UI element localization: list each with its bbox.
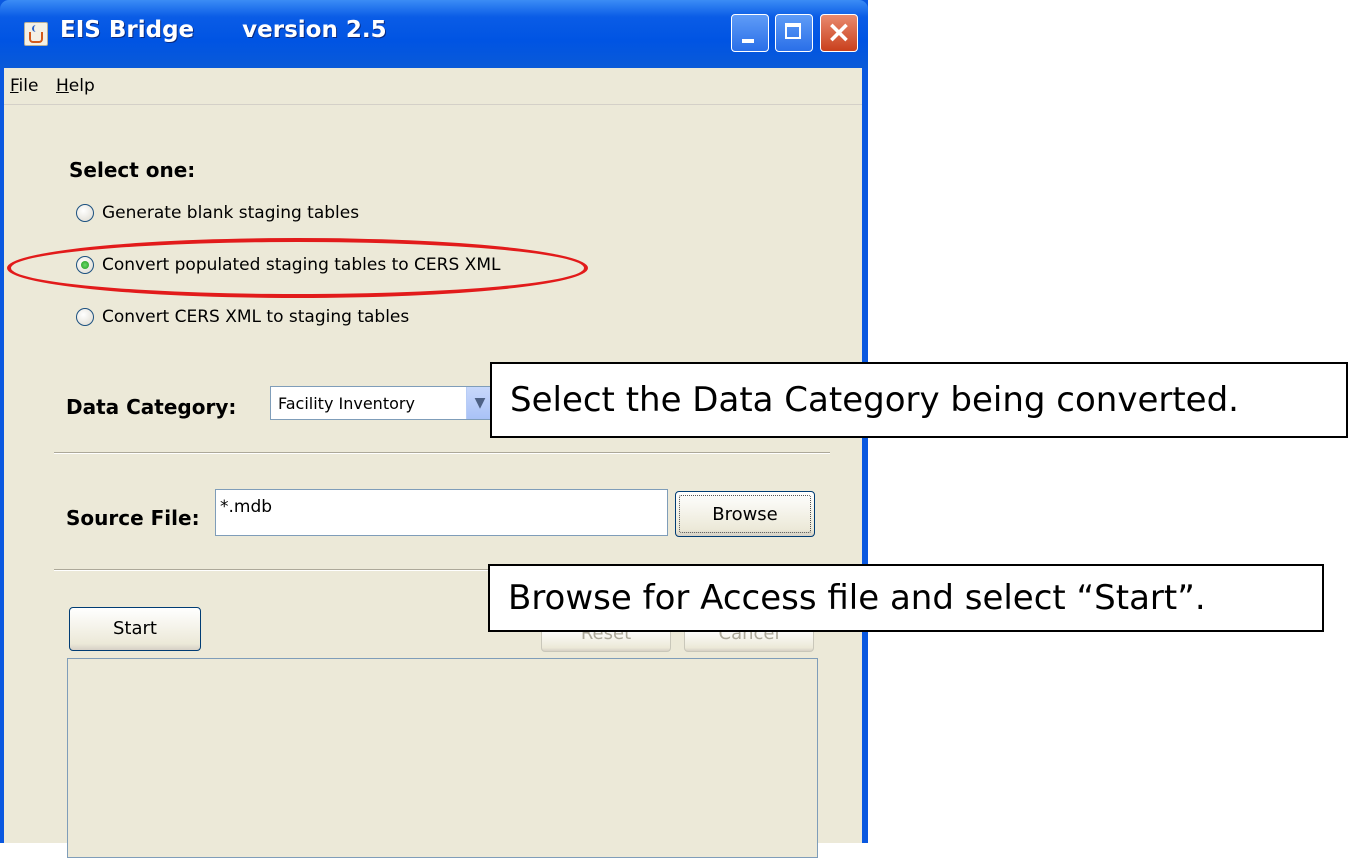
steam-shape <box>32 25 40 32</box>
data-category-label: Data Category: <box>66 395 237 419</box>
minimize-icon <box>742 39 754 43</box>
minimize-button[interactable] <box>731 14 769 52</box>
menu-help-label: elp <box>68 76 95 96</box>
close-button[interactable]: × <box>820 14 858 52</box>
chevron-down-icon[interactable]: ▼ <box>466 387 493 419</box>
client-area: File Help Select one: Generate blank sta… <box>4 68 862 858</box>
window-title: EIS Bridge version 2.5 <box>60 17 387 43</box>
radio-button[interactable] <box>76 204 94 222</box>
log-output-area[interactable] <box>67 658 818 858</box>
radio-label[interactable]: Generate blank staging tables <box>102 203 359 223</box>
cup-shape <box>29 32 43 43</box>
radio-label[interactable]: Convert CERS XML to staging tables <box>102 307 409 327</box>
menu-file-mnemonic: F <box>10 76 19 96</box>
menu-file-label: ile <box>18 76 39 96</box>
source-file-label: Source File: <box>66 506 200 530</box>
callout-data-category: Select the Data Category being converted… <box>490 362 1348 438</box>
data-category-select[interactable]: Facility Inventory ▼ <box>270 386 494 420</box>
separator <box>54 452 830 454</box>
maximize-icon <box>785 23 801 39</box>
mode-heading: Select one: <box>69 158 196 182</box>
title-bar[interactable]: EIS Bridge version 2.5 × <box>0 0 868 68</box>
start-button[interactable]: Start <box>69 607 201 651</box>
menu-file[interactable]: File <box>10 76 38 96</box>
data-category-value: Facility Inventory <box>278 394 415 413</box>
menu-bar: File Help <box>4 68 862 105</box>
java-cup-icon[interactable] <box>24 22 48 46</box>
maximize-button[interactable] <box>775 14 813 52</box>
browse-button[interactable]: Browse <box>675 491 815 537</box>
menu-help[interactable]: Help <box>56 76 95 96</box>
close-icon: × <box>826 15 852 50</box>
highlight-ellipse <box>7 238 588 298</box>
radio-button[interactable] <box>76 308 94 326</box>
menu-help-mnemonic: H <box>56 76 69 96</box>
callout-browse-start: Browse for Access file and select “Start… <box>488 564 1324 632</box>
source-file-input[interactable]: *.mdb <box>215 489 668 536</box>
browse-focus-ring: Browse <box>679 495 811 533</box>
